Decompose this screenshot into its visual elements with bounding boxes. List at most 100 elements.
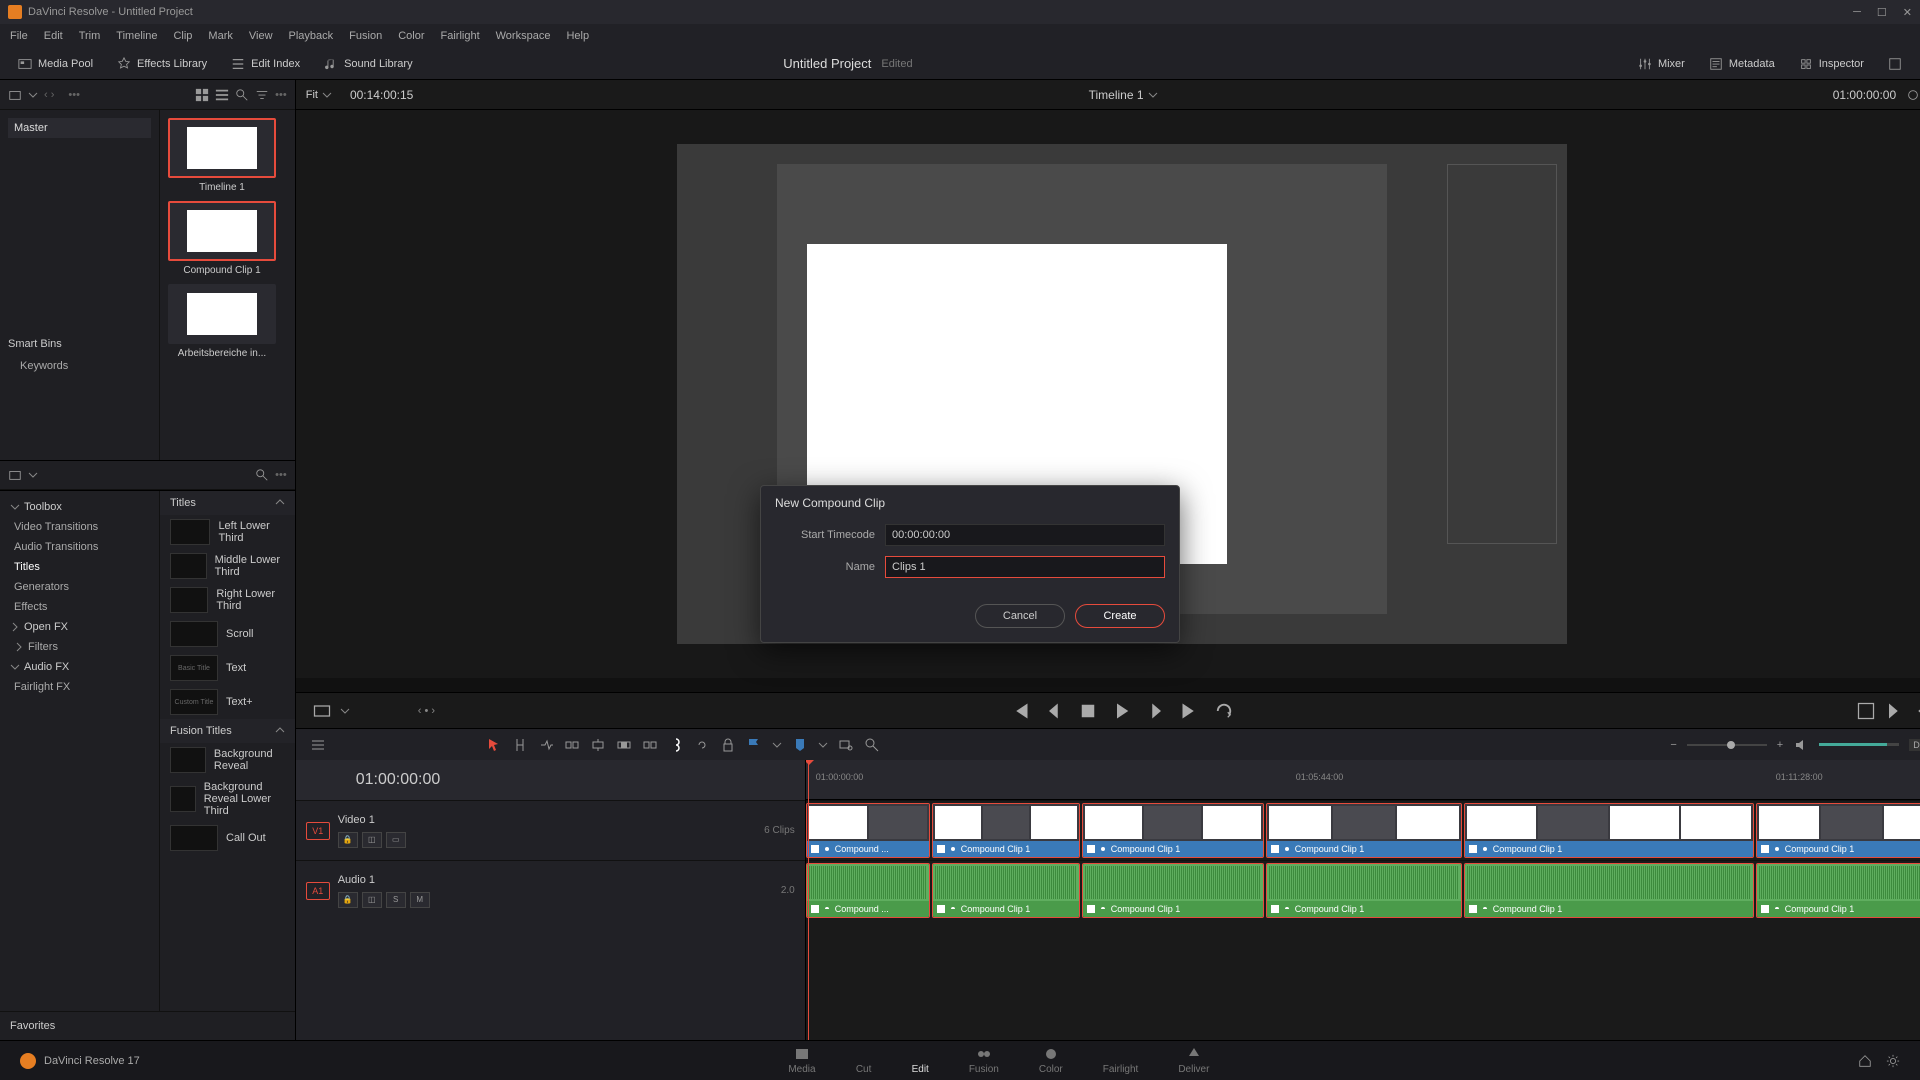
- video-clip[interactable]: Compound Clip 1: [1756, 803, 1920, 858]
- title-text-plus[interactable]: Custom TitleText+: [160, 685, 295, 719]
- gang-icon[interactable]: [1906, 88, 1920, 102]
- openfx-group[interactable]: Open FX: [0, 617, 159, 637]
- dynamic-trim-icon[interactable]: [538, 737, 554, 753]
- fullscreen-icon[interactable]: [1856, 701, 1876, 721]
- cancel-button[interactable]: Cancel: [975, 604, 1065, 628]
- mute-button[interactable]: M: [410, 892, 430, 908]
- create-button[interactable]: Create: [1075, 604, 1165, 628]
- audio-track-lane[interactable]: Compound ... Compound Clip 1 Compound Cl…: [806, 860, 1920, 920]
- clip-thumb-timeline1[interactable]: Timeline 1: [168, 118, 276, 193]
- video-clip[interactable]: Compound Clip 1: [1464, 803, 1754, 858]
- prev-frame-button[interactable]: [1044, 701, 1064, 721]
- title-left-lower[interactable]: Left Lower Third: [160, 515, 295, 549]
- loop-button[interactable]: [1214, 701, 1234, 721]
- page-deliver[interactable]: Deliver: [1178, 1046, 1209, 1075]
- zoom-out-button[interactable]: −: [1670, 739, 1676, 751]
- audio-clip[interactable]: Compound Clip 1: [932, 863, 1080, 918]
- next-frame-button[interactable]: [1146, 701, 1166, 721]
- viewer-zoom[interactable]: Fit: [306, 89, 332, 101]
- menu-workspace[interactable]: Workspace: [496, 30, 551, 42]
- audio-clip[interactable]: Compound Clip 1: [1464, 863, 1754, 918]
- lock-track-button[interactable]: 🔒: [338, 832, 358, 848]
- minimize-button[interactable]: ─: [1853, 6, 1861, 19]
- timeline-ruler[interactable]: 01:00:00:00 01:05:44:00 01:11:28:00: [806, 760, 1920, 800]
- search-icon[interactable]: [235, 88, 249, 102]
- fusion-bg-reveal[interactable]: Background Reveal: [160, 743, 295, 777]
- lock-icon[interactable]: [720, 737, 736, 753]
- menu-clip[interactable]: Clip: [173, 30, 192, 42]
- menu-fairlight[interactable]: Fairlight: [441, 30, 480, 42]
- menu-help[interactable]: Help: [566, 30, 589, 42]
- list-view-icon[interactable]: [215, 88, 229, 102]
- arrow-tool-icon[interactable]: [486, 737, 502, 753]
- volume-slider[interactable]: [1819, 743, 1899, 746]
- play-button[interactable]: [1112, 701, 1132, 721]
- menu-timeline[interactable]: Timeline: [116, 30, 157, 42]
- audio-track-header[interactable]: A1 Audio 1 🔒 ◫ S M 2.0: [296, 860, 805, 920]
- first-frame-button[interactable]: [1010, 701, 1030, 721]
- video-clip[interactable]: Compound Clip 1: [1266, 803, 1462, 858]
- track-enable-button[interactable]: ▭: [386, 832, 406, 848]
- menu-playback[interactable]: Playback: [289, 30, 334, 42]
- solo-button[interactable]: S: [386, 892, 406, 908]
- menu-edit[interactable]: Edit: [44, 30, 63, 42]
- bin-icon[interactable]: [8, 88, 22, 102]
- menu-view[interactable]: View: [249, 30, 273, 42]
- fx-bin-icon[interactable]: [8, 468, 22, 482]
- title-right-lower[interactable]: Right Lower Third: [160, 583, 295, 617]
- insert-icon[interactable]: [590, 737, 606, 753]
- sound-library-toggle[interactable]: Sound Library: [316, 53, 421, 75]
- go-end-icon[interactable]: [1884, 701, 1904, 721]
- video-transitions[interactable]: Video Transitions: [0, 517, 159, 537]
- video-track-header[interactable]: V1 Video 1 🔒 ◫ ▭ 6 Clips: [296, 800, 805, 860]
- playhead[interactable]: [808, 760, 809, 1040]
- audio-clip[interactable]: Compound Clip 1: [1082, 863, 1264, 918]
- menu-mark[interactable]: Mark: [208, 30, 232, 42]
- clip-thumb-arbeits[interactable]: Arbeitsbereiche in...: [168, 284, 276, 359]
- mixer-toggle[interactable]: Mixer: [1630, 53, 1693, 75]
- menu-fusion[interactable]: Fusion: [349, 30, 382, 42]
- project-settings-icon[interactable]: [1886, 1054, 1900, 1068]
- viewer-title[interactable]: Timeline 1: [1089, 88, 1158, 102]
- menu-color[interactable]: Color: [398, 30, 424, 42]
- title-text[interactable]: Basic TitleText: [160, 651, 295, 685]
- filters[interactable]: Filters: [0, 637, 159, 657]
- home-icon[interactable]: [1858, 1054, 1872, 1068]
- v1-badge[interactable]: V1: [306, 822, 330, 840]
- match-frame-icon[interactable]: [312, 701, 332, 721]
- name-input[interactable]: [885, 556, 1165, 578]
- replace-icon[interactable]: [642, 737, 658, 753]
- generators[interactable]: Generators: [0, 577, 159, 597]
- title-middle-lower[interactable]: Middle Lower Third: [160, 549, 295, 583]
- chevron-down-icon[interactable]: [340, 706, 350, 716]
- menu-trim[interactable]: Trim: [79, 30, 101, 42]
- zoom-in-button[interactable]: +: [1777, 739, 1783, 751]
- metadata-toggle[interactable]: Metadata: [1701, 53, 1783, 75]
- flag-icon[interactable]: [746, 737, 762, 753]
- video-clip[interactable]: Compound Clip 1: [1082, 803, 1264, 858]
- toolbox-group[interactable]: Toolbox: [0, 497, 159, 517]
- razor-icon[interactable]: [668, 737, 684, 753]
- speaker-icon[interactable]: [1793, 737, 1809, 753]
- close-button[interactable]: ✕: [1903, 6, 1912, 19]
- keywords-bin[interactable]: Keywords: [8, 356, 151, 376]
- titles-section-header[interactable]: Titles: [160, 491, 295, 515]
- grid-view-icon[interactable]: [195, 88, 209, 102]
- track-display-button[interactable]: ◫: [362, 832, 382, 848]
- audio-clip[interactable]: Compound ...: [806, 863, 930, 918]
- stop-button[interactable]: [1078, 701, 1098, 721]
- audiofx-group[interactable]: Audio FX: [0, 657, 159, 677]
- last-frame-button[interactable]: [1180, 701, 1200, 721]
- page-media[interactable]: Media: [788, 1046, 815, 1075]
- expand-button[interactable]: [1880, 53, 1910, 75]
- dim-button[interactable]: DIM: [1909, 739, 1920, 751]
- page-color[interactable]: Color: [1039, 1046, 1063, 1075]
- video-clip[interactable]: Compound Clip 1: [932, 803, 1080, 858]
- arm-button[interactable]: ◫: [362, 892, 382, 908]
- search-icon[interactable]: [255, 468, 269, 482]
- titles-item[interactable]: Titles: [0, 557, 159, 577]
- fairlightfx[interactable]: Fairlight FX: [0, 677, 159, 697]
- link-icon[interactable]: [694, 737, 710, 753]
- chevron-down-icon[interactable]: [28, 470, 38, 480]
- fusion-titles-header[interactable]: Fusion Titles: [160, 719, 295, 743]
